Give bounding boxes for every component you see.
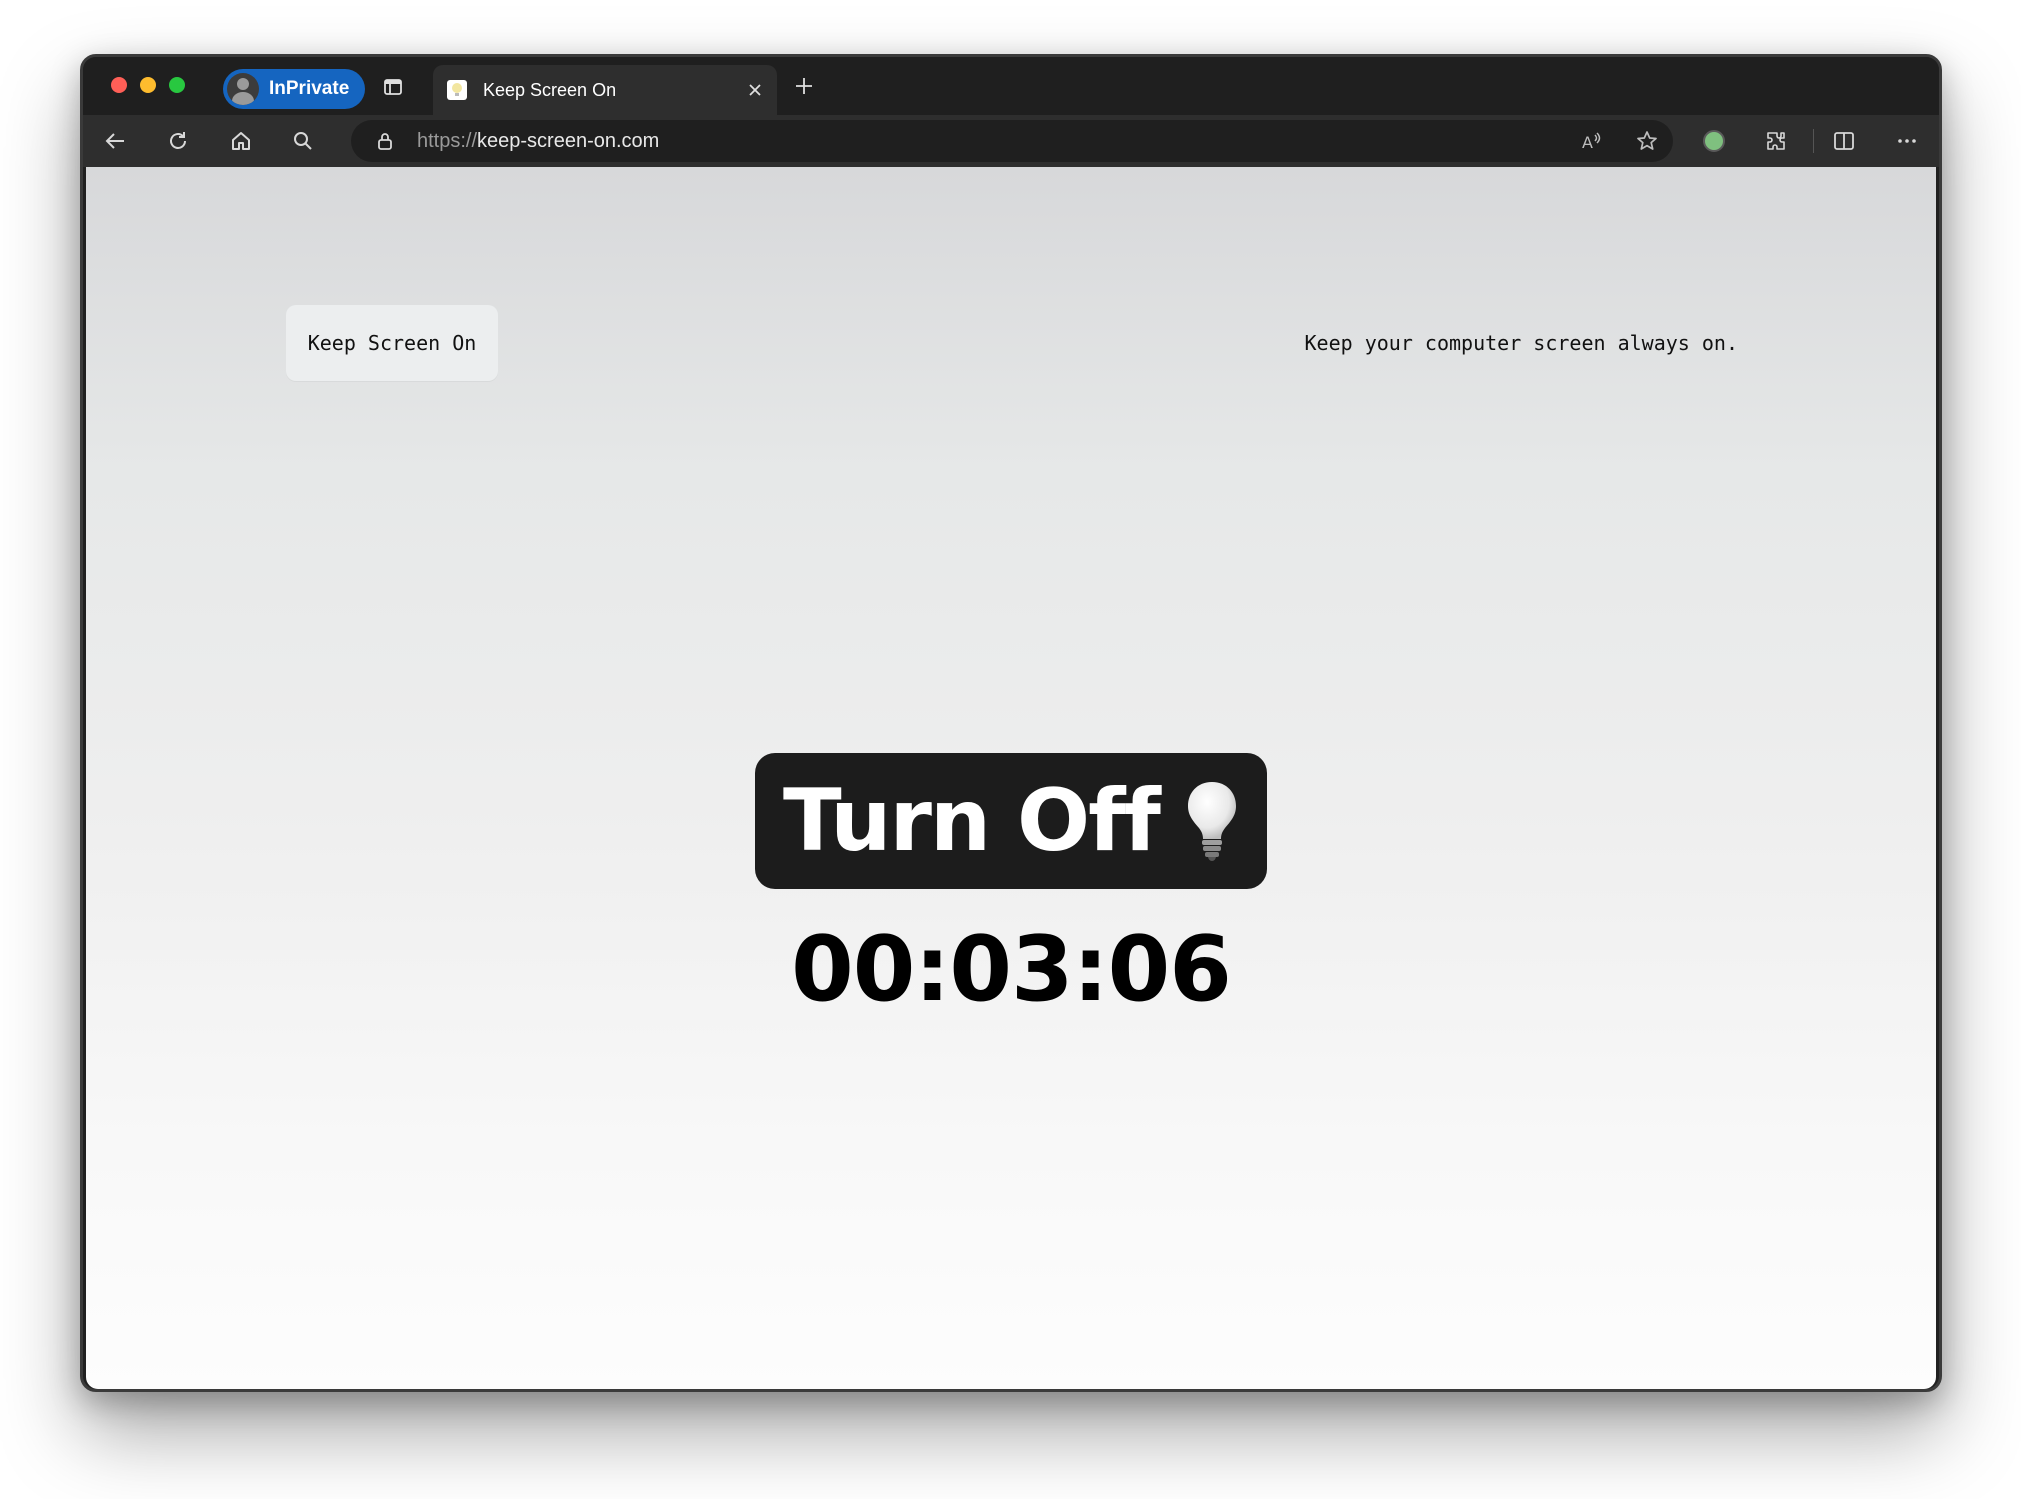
lock-icon[interactable]	[371, 127, 399, 155]
favorite-star-icon[interactable]	[1633, 127, 1661, 155]
lightbulb-favicon-icon	[447, 80, 467, 100]
url-scheme: https://	[417, 130, 478, 152]
profile-avatar	[1703, 130, 1725, 152]
more-icon[interactable]	[1893, 127, 1921, 155]
tab-bar: InPrivate Keep Screen On	[83, 57, 1939, 115]
browser-toolbar: https://keep-screen-on.com A	[83, 115, 1939, 167]
tab-keep-screen-on[interactable]: Keep Screen On	[433, 65, 777, 115]
tab-actions-icon[interactable]	[383, 77, 403, 97]
refresh-icon[interactable]	[164, 127, 192, 155]
page-viewport: Keep Screen On Keep your computer screen…	[86, 167, 1936, 1389]
turn-off-label: Turn Off	[783, 771, 1161, 871]
site-tagline: Keep your computer screen always on.	[1304, 331, 1738, 355]
url-text[interactable]: https://keep-screen-on.com	[417, 120, 659, 162]
inprivate-label: InPrivate	[269, 78, 350, 99]
minimize-window-button[interactable]	[140, 77, 156, 93]
avatar	[227, 73, 259, 105]
address-bar[interactable]: https://keep-screen-on.com A	[351, 120, 1673, 162]
extensions-icon[interactable]	[1762, 127, 1790, 155]
tab-title: Keep Screen On	[483, 79, 617, 100]
inprivate-profile-button[interactable]: InPrivate	[223, 69, 366, 109]
home-icon[interactable]	[227, 127, 255, 155]
url-host: keep-screen-on.com	[477, 130, 660, 152]
profile-icon[interactable]	[1700, 127, 1728, 155]
back-icon[interactable]	[101, 127, 129, 155]
plus-icon[interactable]	[791, 73, 817, 99]
toolbar-divider	[1813, 129, 1814, 153]
split-screen-icon[interactable]	[1830, 127, 1858, 155]
read-aloud-icon[interactable]: A	[1577, 127, 1605, 155]
close-icon[interactable]	[743, 78, 767, 102]
svg-text:A: A	[1582, 133, 1593, 152]
site-brand[interactable]: Keep Screen On	[286, 305, 498, 381]
browser-window: InPrivate Keep Screen On https://keep-sc…	[80, 54, 1942, 1392]
turn-off-button[interactable]: Turn Off	[755, 753, 1267, 889]
search-icon[interactable]	[289, 127, 317, 155]
zoom-window-button[interactable]	[169, 77, 185, 93]
lightbulb-icon	[1185, 780, 1239, 862]
close-window-button[interactable]	[111, 77, 127, 93]
elapsed-timer: 00:03:06	[791, 917, 1232, 1022]
